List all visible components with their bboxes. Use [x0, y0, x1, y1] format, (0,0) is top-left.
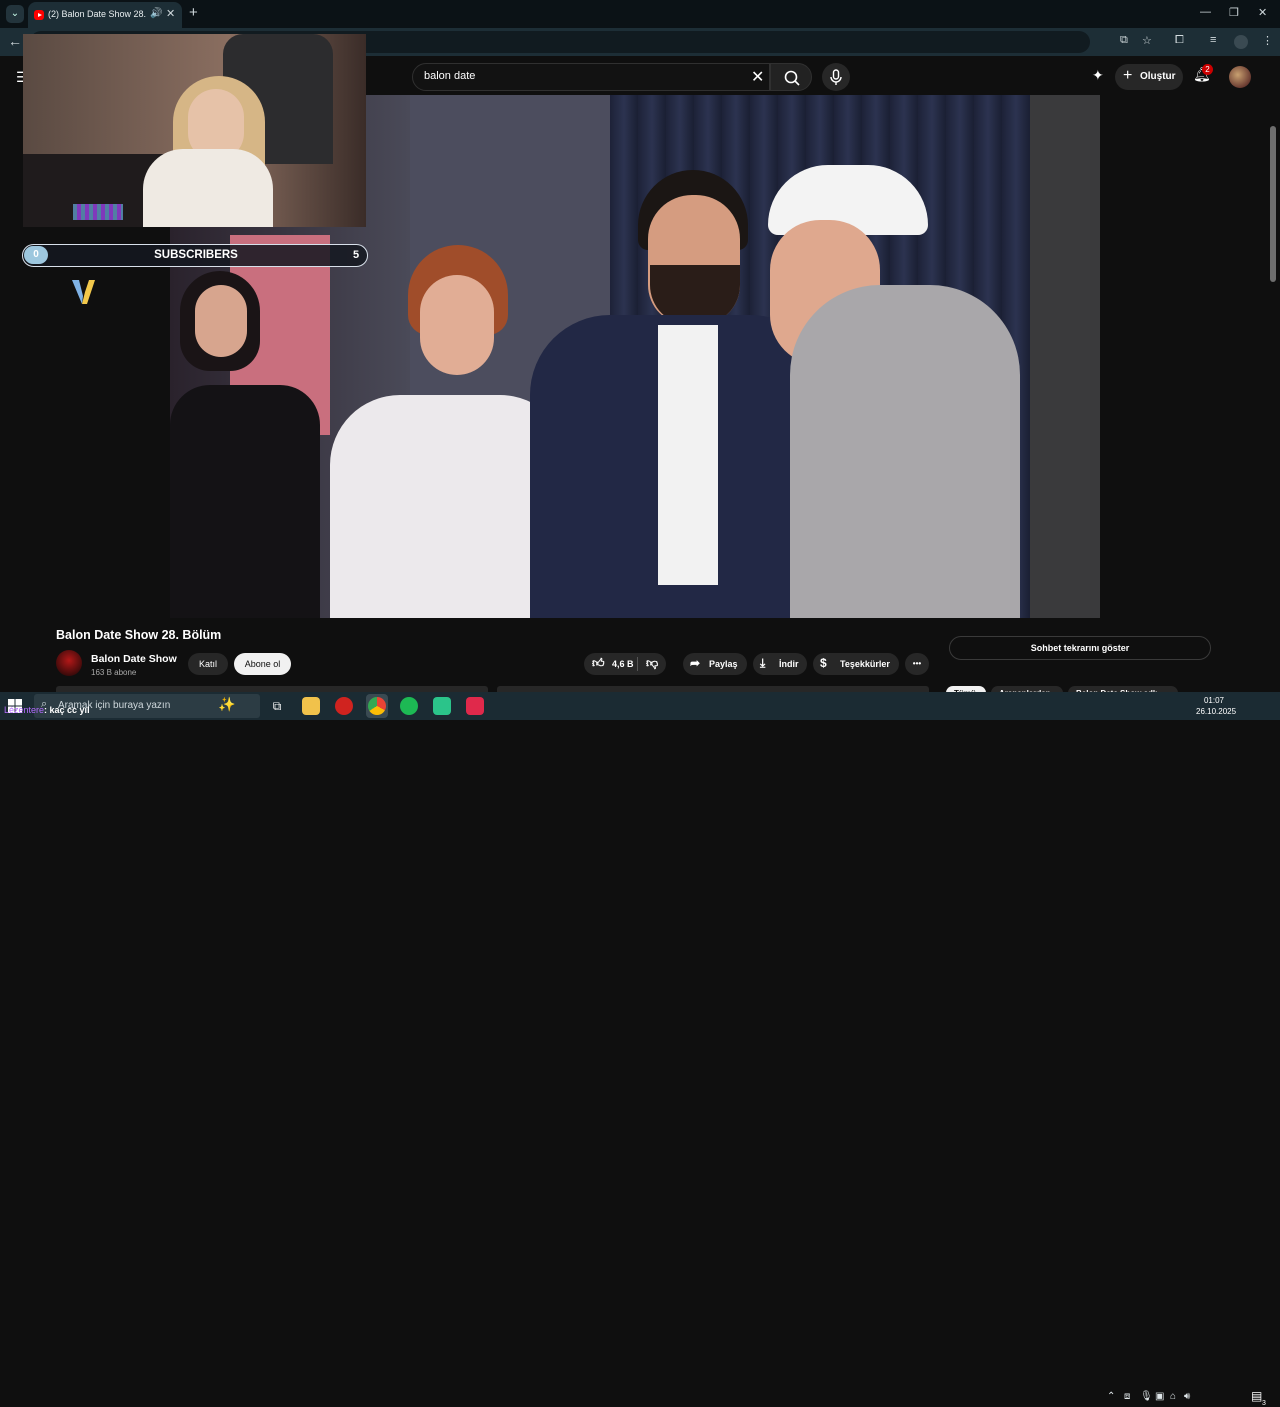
person-1-face — [195, 285, 247, 357]
microphone-icon — [830, 69, 842, 85]
window-close-icon[interactable]: ✕ — [1258, 6, 1267, 19]
create-button[interactable]: + Oluştur — [1115, 64, 1183, 90]
clock-time: 01:07 — [1203, 696, 1225, 705]
ticker-message: : kaç cc yıl — [44, 705, 90, 715]
browser-tab-active[interactable]: (2) Balon Date Show 28. Bölüm 🔊 ✕ — [28, 2, 182, 28]
person-1-body — [170, 385, 320, 618]
restore-icon[interactable]: ❐ — [1229, 6, 1239, 19]
file-explorer-icon[interactable] — [302, 697, 320, 715]
notification-badge: 2 — [1202, 64, 1213, 75]
search-icon — [784, 70, 800, 86]
notification-center-icon[interactable]: ▤ — [1251, 1389, 1262, 1403]
search-button[interactable] — [770, 63, 812, 91]
media-control-icon[interactable]: ≡ — [1210, 34, 1216, 46]
streamer-sweater — [143, 149, 273, 227]
bookmark-star-icon[interactable]: ☆ — [1142, 34, 1152, 47]
tray-display-icon[interactable]: ▣ — [1155, 1391, 1164, 1402]
new-tab-button[interactable]: + — [189, 4, 198, 21]
page-scrollbar[interactable] — [1270, 126, 1276, 282]
channel-name[interactable]: Balon Date Show — [91, 653, 177, 665]
rgb-keyboard — [73, 204, 123, 220]
search-box[interactable]: balon date ✕ — [412, 63, 770, 91]
tray-app-icon[interactable]: ⧈ — [1124, 1391, 1130, 1402]
tab-title: (2) Balon Date Show 28. Bölüm — [48, 9, 148, 19]
share-label: Paylaş — [709, 659, 738, 669]
browser-menu-icon[interactable]: ⋮ — [1262, 34, 1273, 47]
tab-close-icon[interactable]: ✕ — [166, 7, 175, 20]
subscriber-goal-count: 5 — [353, 249, 360, 261]
windows-taskbar: ⌕ Aramak için buraya yazın ✨ ⧉ ⌃ ⧈ 🎙︎ ▣ … — [0, 692, 1280, 1407]
channel-v-logo-icon — [72, 280, 95, 304]
extensions-icon[interactable]: ⧠ — [1175, 34, 1184, 47]
share-arrow-icon: ➦ — [690, 656, 701, 670]
back-arrow-icon[interactable]: ← — [8, 33, 22, 49]
subscriber-goal-label: SUBSCRIBERS — [154, 249, 238, 261]
tab-search-button[interactable]: ⌄ — [6, 5, 24, 23]
opera-icon[interactable] — [335, 697, 353, 715]
person-2-face — [420, 275, 494, 375]
voice-search-button[interactable] — [822, 63, 850, 91]
channel-subscriber-count: 163 B abone — [91, 668, 137, 677]
like-count[interactable]: 4,6 B — [612, 659, 634, 669]
show-chat-replay-button[interactable]: Sohbet tekrarını göster — [949, 636, 1211, 660]
account-avatar[interactable] — [1229, 66, 1251, 88]
streamer-webcam — [23, 34, 366, 227]
browser-tab-strip: ⌄ (2) Balon Date Show 28. Bölüm 🔊 ✕ + — … — [0, 0, 1280, 28]
notification-center-count: 3 — [1262, 1400, 1266, 1407]
spotify-icon[interactable] — [400, 697, 418, 715]
taskbar-clock[interactable]: 01:07 26.10.2025 — [1196, 695, 1237, 717]
tray-mic-icon[interactable]: 🎙︎ — [1140, 1391, 1153, 1402]
chat-ticker: Lézentere: kaç cc yıl — [4, 705, 90, 715]
subscriber-goal-bar: SUBSCRIBERS 0 5 — [22, 244, 368, 267]
clock-date: 26.10.2025 — [1196, 707, 1237, 716]
super-thanks-icon: $ — [820, 656, 827, 670]
channel-avatar[interactable] — [56, 650, 82, 676]
plus-icon: + — [1123, 67, 1133, 84]
thumbs-up-icon[interactable]: 👍︎ — [592, 656, 605, 671]
person-4-hoodie — [790, 285, 1020, 618]
install-app-icon[interactable]: ⧉ — [1120, 34, 1128, 47]
ticker-username: Lézentere — [4, 705, 45, 715]
search-input[interactable]: balon date — [424, 70, 475, 82]
tray-network-icon[interactable]: ⌂ — [1170, 1391, 1176, 1402]
video-title: Balon Date Show 28. Bölüm — [56, 628, 222, 642]
task-view-icon[interactable]: ⧉ — [268, 697, 286, 715]
profile-icon[interactable] — [1234, 35, 1248, 49]
tray-chevron-icon[interactable]: ⌃ — [1107, 1391, 1115, 1402]
more-actions-button[interactable]: ••• — [905, 653, 929, 675]
thanks-button[interactable]: $ Teşekkürler — [813, 653, 899, 675]
chrome-icon — [368, 697, 386, 715]
valorant-icon[interactable] — [466, 697, 484, 715]
subscribe-button[interactable]: Abone ol — [234, 653, 291, 675]
thumbs-down-icon[interactable]: 👎︎ — [646, 656, 658, 671]
share-button[interactable]: ➦ Paylaş — [683, 653, 747, 675]
sparkle-icon: ✨ — [218, 696, 236, 712]
download-icon: ⤓ — [760, 656, 766, 670]
subscriber-current-count: 0 — [24, 246, 48, 264]
person-3-shirt — [658, 325, 718, 585]
tray-volume-icon[interactable]: 🔊︎ — [1184, 1391, 1190, 1402]
create-label: Oluştur — [1140, 71, 1176, 82]
thanks-label: Teşekkürler — [840, 659, 890, 669]
minimize-icon[interactable]: — — [1200, 6, 1211, 18]
search-clear-icon[interactable]: ✕ — [751, 67, 764, 87]
like-divider — [637, 657, 638, 671]
speaker-icon[interactable]: 🔊 — [150, 8, 162, 19]
download-button[interactable]: ⤓ İndir — [753, 653, 807, 675]
join-button[interactable]: Katıl — [188, 653, 228, 675]
ask-ai-icon[interactable]: ✦ — [1092, 67, 1104, 84]
video-backdrop-right — [1030, 95, 1100, 618]
like-dislike-group: 👍︎ 4,6 B 👎︎ — [584, 653, 666, 675]
download-label: İndir — [779, 659, 799, 669]
streamlabs-icon[interactable] — [433, 697, 451, 715]
youtube-favicon-icon — [34, 10, 44, 20]
